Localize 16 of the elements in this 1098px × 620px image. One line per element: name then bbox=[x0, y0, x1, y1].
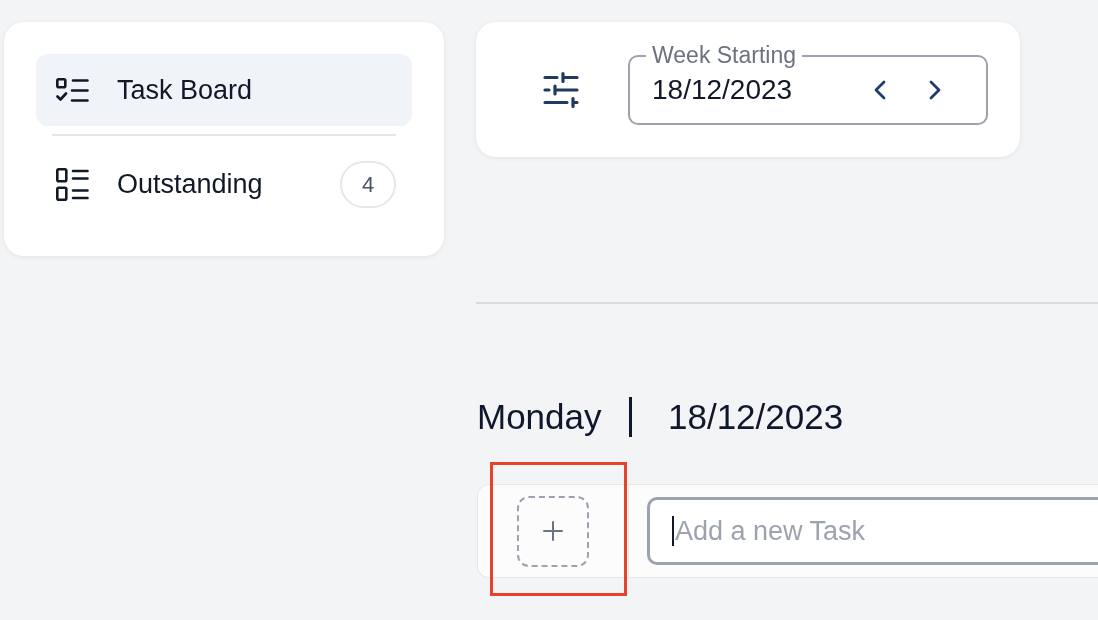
chevron-left-icon bbox=[874, 79, 886, 100]
day-name: Monday bbox=[477, 396, 603, 438]
task-input-field[interactable]: Add a new Task bbox=[647, 497, 1098, 565]
sidebar-item[interactable]: Task Board bbox=[36, 54, 412, 126]
sidebar-item[interactable]: Outstanding 4 bbox=[36, 148, 412, 220]
sidebar-item-label: Task Board bbox=[117, 74, 253, 106]
chevron-right-icon bbox=[929, 79, 941, 100]
day-date: 18/12/2023 bbox=[668, 396, 844, 438]
plus-icon bbox=[543, 521, 563, 541]
checklist-icon bbox=[55, 77, 89, 103]
filter-settings-button[interactable] bbox=[543, 71, 579, 108]
sidebar-item-label: Outstanding bbox=[117, 168, 263, 200]
count-badge: 4 bbox=[340, 160, 396, 208]
sliders-icon bbox=[543, 71, 579, 108]
week-start-date: 18/12/2023 bbox=[652, 72, 794, 107]
list-icon bbox=[55, 167, 89, 201]
